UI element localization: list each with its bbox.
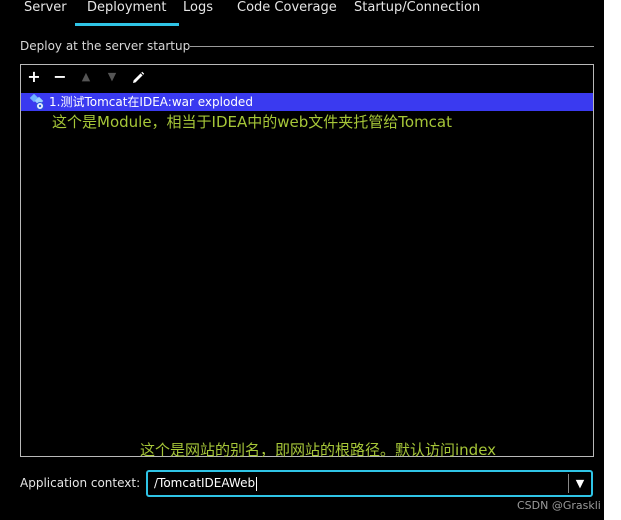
tab-code-coverage[interactable]: Code Coverage <box>237 0 337 26</box>
tab-deployment[interactable]: Deployment <box>75 0 179 26</box>
tab-startup-connection[interactable]: Startup/Connection <box>354 0 480 26</box>
section-divider <box>190 46 594 47</box>
deployment-toolbar: + − ▲ ▼ <box>21 65 593 89</box>
plus-icon[interactable]: + <box>25 68 43 86</box>
deploy-section-title: Deploy at the server startup <box>20 39 191 53</box>
run-configuration-window: Server Deployment Logs Code Coverage Sta… <box>0 0 604 520</box>
watermark: CSDN @Graskli <box>517 499 601 512</box>
application-context-combobox[interactable]: /TomcatIDEAWeb ▼ <box>146 470 593 497</box>
tab-bar: Server Deployment Logs Code Coverage Sta… <box>0 0 604 26</box>
pencil-icon[interactable] <box>129 68 147 86</box>
tab-server[interactable]: Server <box>24 0 67 26</box>
list-item[interactable]: 1.测试Tomcat在IDEA:war exploded <box>21 93 593 111</box>
application-context-input[interactable]: /TomcatIDEAWeb <box>154 476 258 491</box>
tab-logs[interactable]: Logs <box>183 0 213 26</box>
artifact-label: 1.测试Tomcat在IDEA:war exploded <box>49 95 253 109</box>
artifact-icon <box>29 93 45 110</box>
minus-icon[interactable]: − <box>51 68 69 86</box>
arrow-up-icon[interactable]: ▲ <box>77 68 95 86</box>
combobox-divider <box>568 474 569 493</box>
arrow-down-icon[interactable]: ▼ <box>103 68 121 86</box>
chevron-down-icon[interactable]: ▼ <box>573 475 587 492</box>
context-annotation: 这个是网站的别名，即网站的根路径。默认访问index <box>140 441 497 459</box>
application-context-label: Application context: <box>20 476 141 490</box>
module-annotation: 这个是Module，相当于IDEA中的web文件夹托管给Tomcat <box>52 113 452 131</box>
